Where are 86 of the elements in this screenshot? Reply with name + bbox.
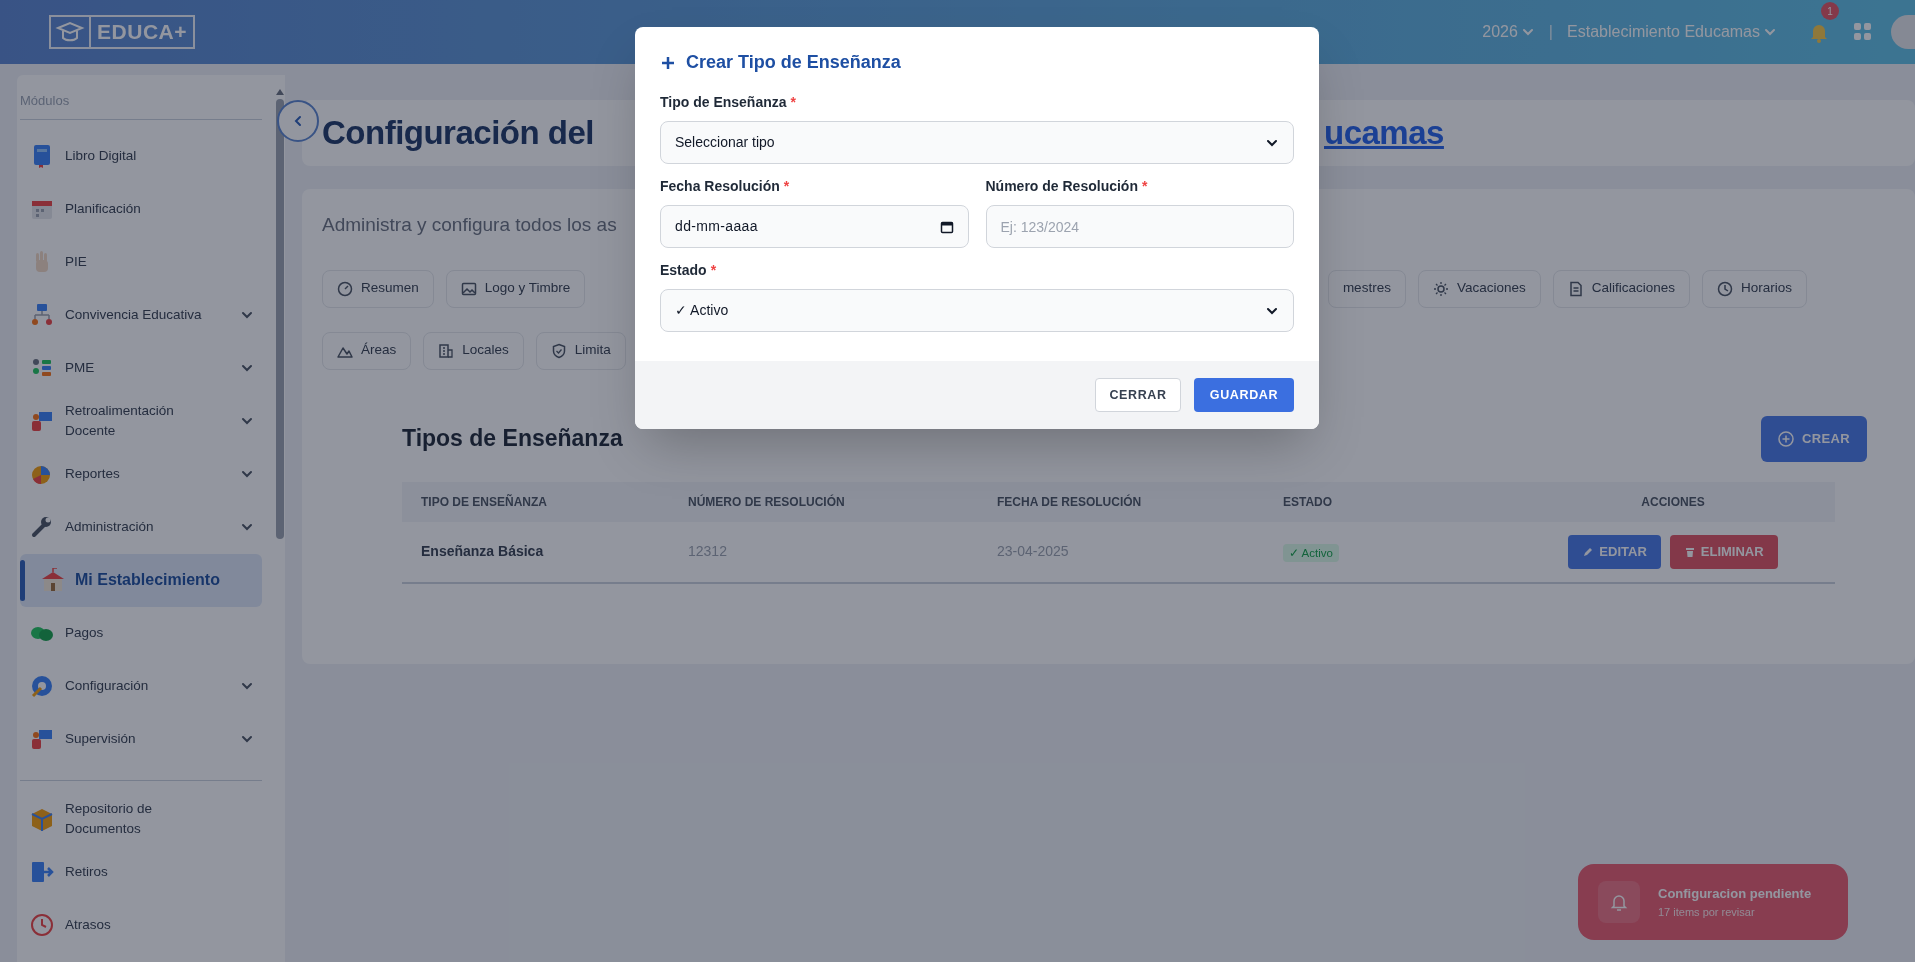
sidebar-item[interactable]: Repositorio de Documentos [20, 792, 262, 846]
field-label: Estado [660, 261, 707, 280]
gauge-icon [337, 280, 353, 297]
apps-grid-icon[interactable] [1853, 22, 1873, 42]
bell-icon [1609, 892, 1629, 912]
box-icon [30, 807, 54, 831]
section-title: Tipos de Enseñanza [402, 424, 623, 454]
toast-title: Configuracion pendiente [1658, 885, 1812, 903]
tab[interactable]: Áreas [322, 331, 412, 370]
notification-badge: 1 [1821, 2, 1839, 20]
edit-button[interactable]: EDITAR [1568, 534, 1661, 569]
field-label: Número de Resolución [985, 177, 1138, 196]
tab[interactable]: mestres [1327, 269, 1406, 308]
field-value: dd-mm-aaaa [675, 217, 758, 236]
school-link[interactable]: ucamas [1324, 108, 1444, 158]
tab[interactable]: Calificaciones [1552, 269, 1690, 308]
required-mark: * [1141, 177, 1148, 196]
input-field[interactable]: Ej: 123/2024 [985, 205, 1294, 248]
plus-icon [660, 54, 676, 71]
section-label: Módulos [20, 75, 262, 120]
tab[interactable]: Horarios [1702, 269, 1807, 308]
exit-icon [30, 860, 54, 884]
sidebar-item[interactable]: PME [20, 341, 262, 395]
required-mark: * [790, 93, 796, 112]
sidebar-item[interactable]: Atrasos [20, 898, 262, 952]
sidebar-item[interactable]: Retiros [20, 845, 262, 899]
status-badge: ✓ Activo [1283, 543, 1339, 562]
sidebar-item[interactable]: Pagos [20, 606, 262, 660]
sidebar-item[interactable]: Administración [20, 500, 262, 554]
column-header: TIPO DE ENSEÑANZA [421, 493, 548, 511]
date-field[interactable]: dd-mm-aaaa [660, 205, 969, 248]
column-header: ACCIONES [1640, 493, 1706, 511]
tab[interactable]: Limita [535, 331, 626, 370]
document-icon [1567, 280, 1584, 297]
image-icon [460, 280, 477, 297]
select-field[interactable]: ✓ Activo [660, 289, 1294, 332]
header-separator: | [1548, 22, 1553, 42]
page-title: Configuración del [322, 113, 594, 154]
plus-circle-icon [1778, 430, 1795, 447]
wrench-icon [30, 515, 54, 539]
presenter-icon [30, 409, 54, 433]
field-label: Fecha Resolución [660, 177, 780, 196]
close-button[interactable]: CERRAR [1095, 378, 1181, 412]
org-chart-icon [30, 303, 54, 327]
create-button[interactable]: CREAR [1761, 415, 1867, 462]
select-field[interactable]: Seleccionar tipo [660, 121, 1294, 164]
sidebar-item[interactable]: Planificación [20, 182, 262, 236]
presenter-icon [30, 727, 54, 751]
clock-icon [30, 913, 54, 937]
sidebar-item[interactable]: Supervisión [20, 712, 262, 766]
sidebar-item[interactable]: Retroalimentación Docente [20, 394, 262, 448]
school-icon [40, 568, 64, 592]
building-icon [438, 342, 455, 359]
modal-title: Crear Tipo de Enseñanza [686, 51, 901, 74]
pencil-icon [1582, 545, 1595, 558]
required-mark: * [710, 261, 717, 280]
column-header: ESTADO [1283, 493, 1334, 511]
page-subtitle: Administra y configura todos los as [322, 213, 617, 237]
sidebar-item[interactable]: Libro Digital [20, 129, 262, 183]
field-label: Tipo de Enseñanza [660, 93, 787, 112]
tab[interactable]: Locales [423, 331, 524, 370]
toast-subtitle: 17 items por revisar [1658, 904, 1756, 920]
save-button[interactable]: GUARDAR [1194, 378, 1294, 412]
sidebar-item[interactable]: Convivencia Educativa [20, 288, 262, 342]
clock-icon [1717, 280, 1733, 297]
sidebar-item[interactable]: PIE [20, 235, 262, 289]
tab[interactable]: Vacaciones [1417, 269, 1541, 308]
sidebar-item[interactable]: Configuración [20, 659, 262, 713]
required-mark: * [783, 177, 790, 196]
avatar[interactable] [1891, 15, 1915, 49]
sidebar-item[interactable]: Reportes [20, 447, 262, 501]
column-header: NÚMERO DE RESOLUCIÓN [688, 493, 846, 511]
delete-button[interactable]: ELIMINAR [1669, 534, 1778, 569]
field-value: Seleccionar tipo [675, 133, 775, 152]
table-cell-text: Enseñanza Básica [421, 542, 545, 561]
tab[interactable]: Resumen [322, 269, 434, 308]
column-header: FECHA DE RESOLUCIÓN [997, 493, 1143, 511]
sidebar-item[interactable]: Mi Establecimiento [20, 553, 262, 607]
sun-icon [1432, 280, 1449, 297]
shield-icon [550, 342, 567, 359]
notification-toast[interactable]: Configuracion pendiente 17 items por revisar [1578, 864, 1848, 940]
calendar-icon [939, 219, 954, 234]
tab[interactable]: Logo y Timbre [445, 269, 586, 308]
trash-icon [1683, 545, 1696, 558]
field-value: ✓ Activo [675, 301, 729, 320]
logo[interactable]: EDUCA+ [49, 15, 196, 49]
